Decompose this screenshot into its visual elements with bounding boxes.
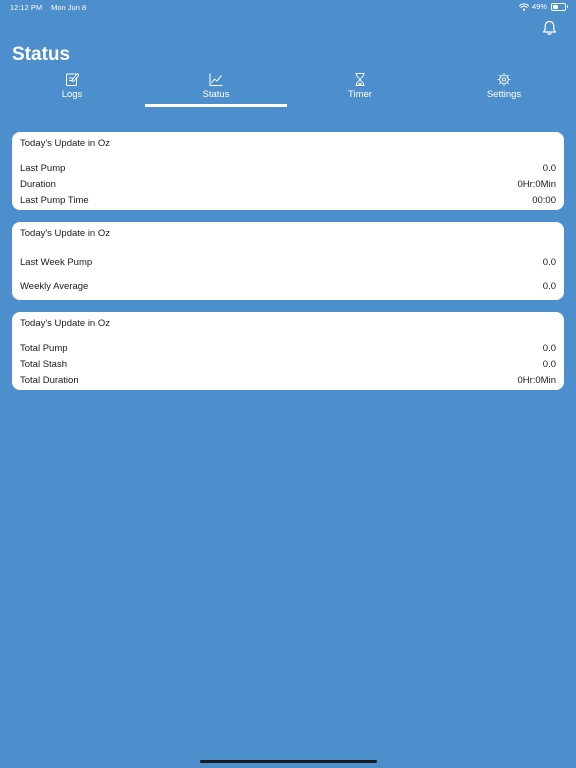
stat-value: 0.0: [542, 359, 556, 370]
status-date: Mon Jun 8: [51, 3, 87, 12]
stat-row-last-week-pump: Last Week Pump 0.0: [20, 257, 556, 268]
tab-label-status: Status: [202, 89, 230, 100]
stat-row-last-pump: Last Pump 0.0: [20, 163, 556, 174]
tab-bar: Logs Status Timer Settings: [0, 70, 576, 108]
weekly-update-card: Today's Update in Oz Last Week Pump 0.0 …: [12, 222, 564, 300]
tab-status[interactable]: Status: [144, 70, 288, 108]
status-bar-right: 49%: [518, 2, 568, 11]
status-time: 12:12 PM: [10, 3, 43, 12]
stat-label: Last Pump Time: [20, 195, 89, 206]
bell-icon[interactable]: [542, 20, 557, 36]
stat-row-total-stash: Total Stash 0.0: [20, 359, 556, 370]
active-tab-indicator: [145, 104, 287, 107]
stat-value: 0Hr:0Min: [517, 179, 556, 190]
status-bar-left: 12:12 PM Mon Jun 8: [10, 3, 86, 12]
tab-label-settings: Settings: [486, 89, 522, 100]
stat-row-last-pump-time: Last Pump Time 00:00: [20, 195, 556, 206]
hourglass-icon: [355, 73, 365, 86]
stat-label: Total Duration: [20, 375, 79, 386]
tab-label-timer: Timer: [348, 89, 372, 100]
edit-icon: [66, 73, 79, 86]
stat-value: 0.0: [542, 343, 556, 354]
stat-value: 0.0: [542, 281, 556, 292]
stat-label: Total Pump: [20, 343, 68, 354]
battery-percent: 49%: [531, 2, 547, 11]
stat-label: Duration: [20, 179, 56, 190]
page-title: Status: [12, 44, 71, 65]
chart-icon: [209, 73, 223, 86]
gear-icon: [497, 73, 511, 86]
card-title: Today's Update in Oz: [20, 228, 110, 239]
today-update-card: Today's Update in Oz Last Pump 0.0 Durat…: [12, 132, 564, 210]
home-indicator[interactable]: [200, 760, 377, 763]
stat-row-weekly-average: Weekly Average 0.0: [20, 281, 556, 292]
stat-value: 0Hr:0Min: [517, 375, 556, 386]
stat-label: Last Pump: [20, 163, 66, 174]
battery-icon: [551, 2, 568, 11]
battery-fill: [553, 4, 559, 9]
status-bar: 12:12 PM Mon Jun 8 49%: [0, 0, 576, 14]
stat-value: 0.0: [542, 163, 556, 174]
stat-row-total-duration: Total Duration 0Hr:0Min: [20, 375, 556, 386]
tab-timer[interactable]: Timer: [288, 70, 432, 108]
stat-label: Last Week Pump: [20, 257, 93, 268]
stat-label: Total Stash: [20, 359, 67, 370]
stat-row-total-pump: Total Pump 0.0: [20, 343, 556, 354]
stat-row-duration: Duration 0Hr:0Min: [20, 179, 556, 190]
wifi-icon: [518, 3, 529, 11]
tab-label-logs: Logs: [61, 89, 83, 100]
card-title: Today's Update in Oz: [20, 138, 110, 149]
tab-logs[interactable]: Logs: [0, 70, 144, 108]
tab-settings[interactable]: Settings: [432, 70, 576, 108]
stat-value: 00:00: [532, 195, 556, 206]
stat-label: Weekly Average: [20, 281, 89, 292]
totals-card: Today's Update in Oz Total Pump 0.0 Tota…: [12, 312, 564, 390]
stat-value: 0.0: [542, 257, 556, 268]
card-title: Today's Update in Oz: [20, 318, 110, 329]
